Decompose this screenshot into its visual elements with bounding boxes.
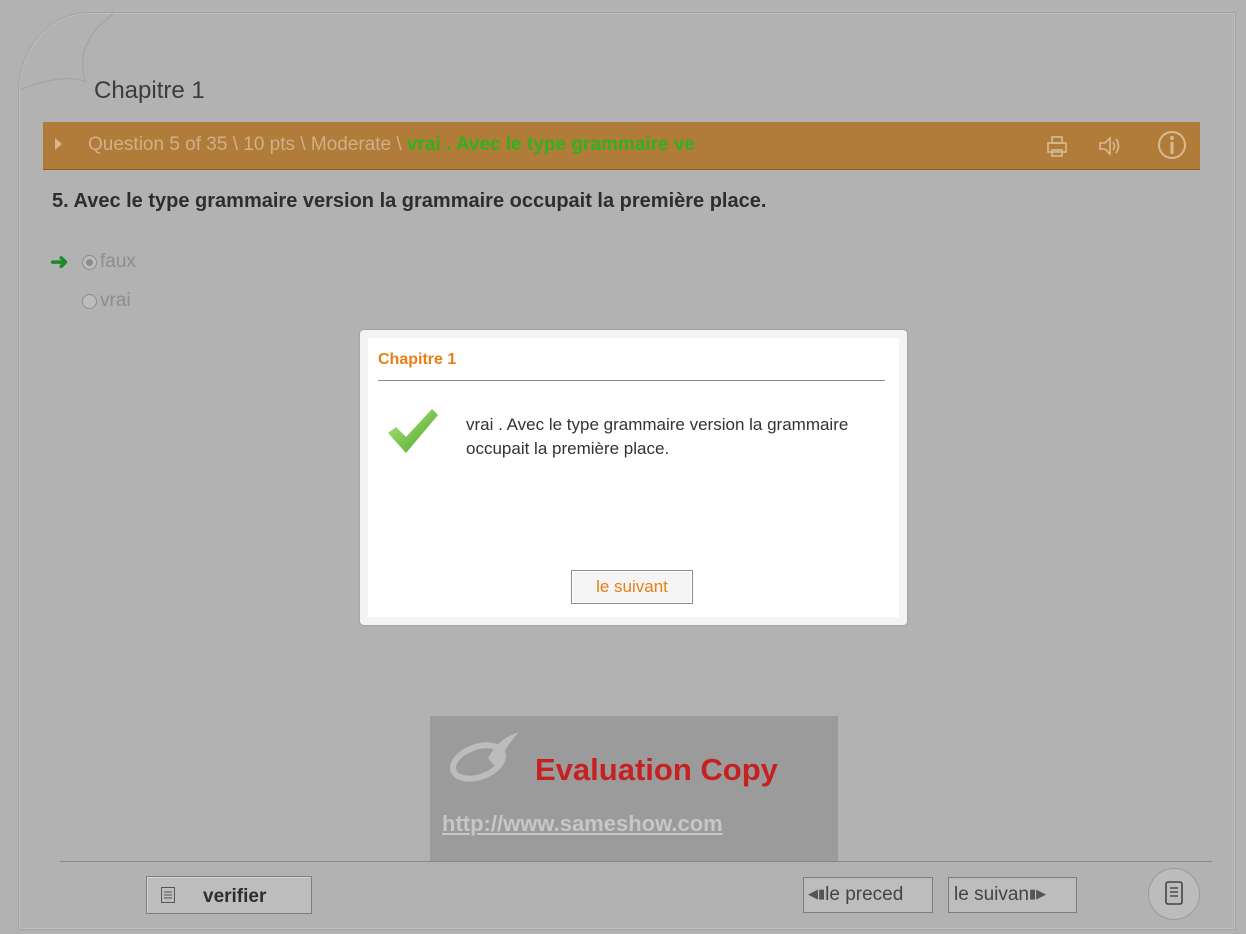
question-answer-excerpt: vrai . Avec le type grammaire ve xyxy=(406,134,695,155)
question-text: 5. Avec le type grammaire version la gra… xyxy=(52,190,767,212)
verify-button[interactable]: verifier xyxy=(146,876,312,914)
footer-divider xyxy=(60,861,1212,862)
question-info: Question 5 of 35 \ 10 pts \ Moderate \ v… xyxy=(88,134,695,156)
correct-arrow-icon: ➜ xyxy=(50,249,69,274)
dialog-message: vrai . Avec le type grammaire version la… xyxy=(466,415,849,458)
answer-option-vrai[interactable]: vrai xyxy=(82,290,131,312)
question-meta: Question 5 of 35 \ 10 pts \ Moderate \ xyxy=(88,134,407,155)
next-label: le suivan xyxy=(954,884,1029,905)
printer-icon[interactable] xyxy=(1043,132,1071,160)
bullet-arrow-icon xyxy=(55,138,62,150)
answer-option-faux[interactable]: ➜ faux xyxy=(50,249,136,275)
dialog-title: Chapitre 1 xyxy=(378,351,457,368)
dialog-divider xyxy=(378,380,885,381)
previous-label: le preced xyxy=(825,884,904,905)
answer-option-label: faux xyxy=(100,251,136,272)
radio-button[interactable] xyxy=(82,293,97,309)
radio-button-selected[interactable] xyxy=(82,254,97,270)
next-button[interactable]: le suivan▮▶ xyxy=(948,877,1077,913)
watermark-url[interactable]: http://www.sameshow.com xyxy=(442,811,723,837)
previous-button[interactable]: ◀▮le preced xyxy=(803,877,933,913)
answer-option-label: vrai xyxy=(100,290,131,311)
verify-label: verifier xyxy=(203,886,267,907)
list-icon xyxy=(161,887,175,903)
feedback-dialog-body: Chapitre 1 vrai . Avec le type grammaire… xyxy=(368,338,899,617)
checkmark-icon xyxy=(388,409,438,453)
speaker-icon[interactable] xyxy=(1095,132,1123,160)
dialog-next-button[interactable]: le suivant xyxy=(571,570,693,604)
feedback-dialog: Chapitre 1 vrai . Avec le type grammaire… xyxy=(360,330,907,625)
question-info-bar: Question 5 of 35 \ 10 pts \ Moderate \ v… xyxy=(43,122,1200,170)
info-icon[interactable] xyxy=(1156,129,1188,161)
chapter-title: Chapitre 1 xyxy=(94,77,205,104)
document-icon xyxy=(1165,881,1183,905)
sameshow-logo-icon xyxy=(450,732,519,782)
summary-button[interactable] xyxy=(1148,868,1200,920)
evaluation-watermark: Evaluation Copy http://www.sameshow.com xyxy=(430,716,838,861)
watermark-title: Evaluation Copy xyxy=(535,752,778,787)
next-arrow-icon: ▮▶ xyxy=(1029,886,1047,901)
previous-arrow-icon: ◀▮ xyxy=(808,886,826,901)
